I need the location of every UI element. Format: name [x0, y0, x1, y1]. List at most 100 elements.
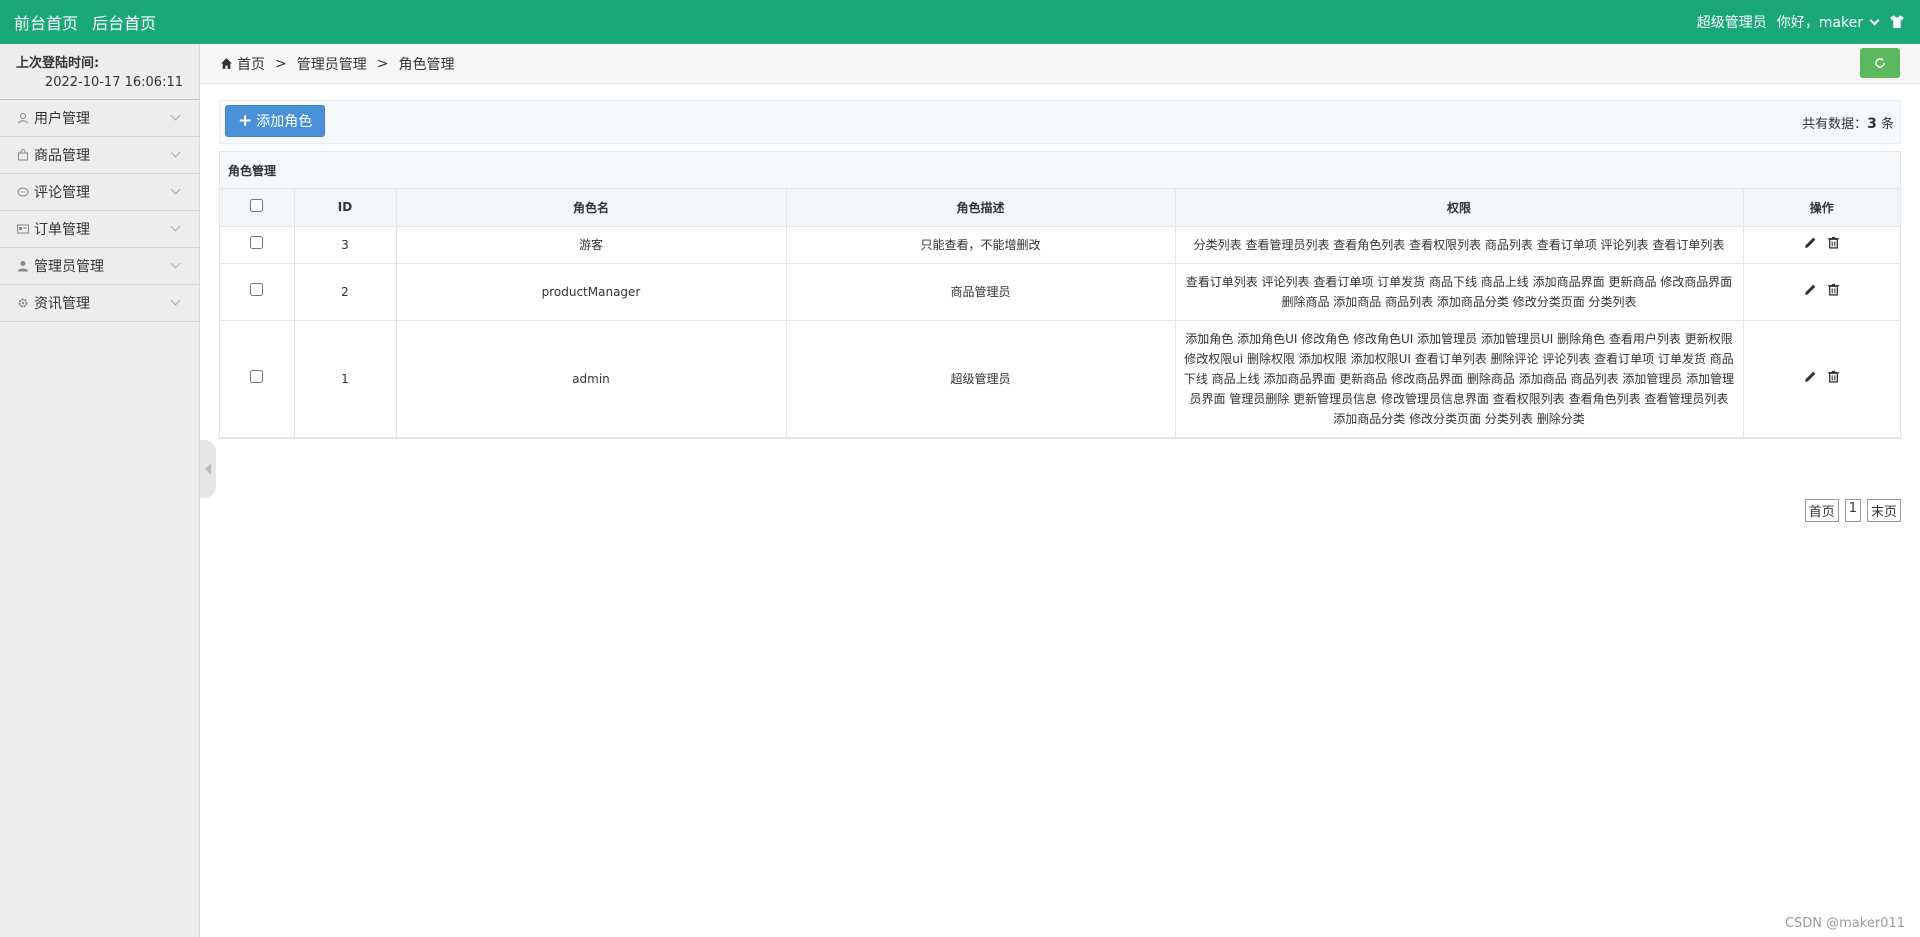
chevron-down-icon: [170, 295, 181, 306]
row-checkbox[interactable]: [250, 235, 264, 249]
table-row: 3 游客 只能查看，不能增删改 分类列表 查看管理员列表 查看角色列表 查看权限…: [220, 226, 1900, 264]
admin-icon: [16, 259, 30, 273]
cell-desc: 商品管理员: [786, 263, 1176, 321]
col-header-perm: 权限: [1175, 189, 1744, 227]
comment-icon: [16, 185, 30, 199]
cell-perm: 添加角色 添加角色UI 修改角色 修改角色UI 添加管理员 添加管理员UI 删除…: [1175, 320, 1744, 438]
order-icon: [16, 222, 30, 236]
row-checkbox[interactable]: [250, 282, 264, 296]
main-content: 首页 > 管理员管理 > 角色管理 + 添加角色 共有数据：3 条 角色管理 I…: [200, 44, 1920, 937]
record-count: 共有数据：3 条: [1802, 113, 1894, 132]
chevron-down-icon: [170, 184, 181, 195]
cell-op: [1743, 226, 1900, 264]
sidebar: 上次登陆时间: 2022-10-17 16:06:11 用户管理 商品管理 评论…: [0, 44, 200, 937]
chevron-down-icon: [170, 258, 181, 269]
count-suffix: 条: [1880, 117, 1894, 132]
sidebar-item-label: 资讯管理: [34, 296, 90, 312]
trash-icon[interactable]: [1827, 283, 1840, 296]
trash-icon[interactable]: [1827, 236, 1840, 249]
row-select-cell: [220, 320, 295, 438]
user-menu[interactable]: 你好，maker: [1776, 12, 1880, 32]
sidebar-item-orders[interactable]: 订单管理: [0, 211, 199, 248]
chevron-down-icon: [170, 110, 181, 121]
breadcrumb-home[interactable]: 首页: [237, 54, 265, 74]
cell-name: productManager: [396, 263, 787, 321]
select-all-checkbox[interactable]: [250, 199, 264, 213]
user-greeting: 你好，maker: [1776, 15, 1863, 31]
chevron-down-icon: [170, 221, 181, 232]
col-header-op: 操作: [1743, 189, 1900, 227]
breadcrumb-level2: 角色管理: [398, 56, 455, 73]
toolbar: + 添加角色 共有数据：3 条: [219, 100, 1901, 144]
last-login-value: 2022-10-17 16:06:11: [44, 75, 183, 90]
back-home-link[interactable]: 后台首页: [92, 14, 156, 33]
sidebar-item-label: 用户管理: [34, 111, 90, 127]
table-row: 1 admin 超级管理员 添加角色 添加角色UI 修改角色 修改角色UI 添加…: [220, 320, 1900, 438]
cell-id: 1: [294, 320, 397, 438]
refresh-button[interactable]: [1860, 48, 1900, 78]
sidebar-item-admins[interactable]: 管理员管理: [0, 248, 199, 285]
cell-perm: 分类列表 查看管理员列表 查看角色列表 查看权限列表 商品列表 查看订单项 评论…: [1175, 226, 1744, 264]
chevron-down-icon: [170, 147, 181, 158]
count-prefix: 共有数据：: [1802, 117, 1868, 132]
add-role-label: 添加角色: [256, 114, 313, 130]
user-icon: [16, 111, 30, 125]
sidebar-item-news[interactable]: 资讯管理: [0, 285, 199, 322]
cell-op: [1743, 320, 1900, 438]
breadcrumb-separator: >: [275, 55, 287, 72]
col-header-id: ID: [294, 189, 397, 227]
row-select-cell: [220, 226, 295, 264]
front-home-link[interactable]: 前台首页: [14, 14, 78, 33]
panel-title: 角色管理: [220, 152, 1900, 189]
cell-desc: 超级管理员: [786, 320, 1176, 438]
cell-name: admin: [396, 320, 787, 438]
row-checkbox[interactable]: [250, 369, 264, 383]
cell-op: [1743, 263, 1900, 321]
sidebar-item-comments[interactable]: 评论管理: [0, 174, 199, 211]
last-login-label: 上次登陆时间:: [16, 56, 100, 71]
bag-icon: [16, 148, 30, 162]
sidebar-item-users[interactable]: 用户管理: [0, 100, 199, 137]
breadcrumb: 首页 > 管理员管理 > 角色管理: [200, 44, 1920, 84]
page-last-button[interactable]: 末页: [1866, 499, 1901, 522]
role-table-panel: 角色管理 ID 角色名 角色描述 权限 操作 3 游客 只能查看，不能增删改 分…: [219, 151, 1901, 439]
cell-perm: 查看订单列表 评论列表 查看订单项 订单发货 商品下线 商品上线 添加商品界面 …: [1175, 263, 1744, 321]
refresh-icon: [1875, 57, 1885, 68]
edit-icon[interactable]: [1804, 370, 1817, 383]
sidebar-item-label: 评论管理: [34, 185, 90, 201]
breadcrumb-separator: >: [376, 55, 389, 72]
cell-desc: 只能查看，不能增删改: [786, 226, 1176, 264]
pagination: 首页 1 末页: [1804, 499, 1901, 522]
watermark: CSDN @maker011: [1784, 916, 1905, 931]
home-icon: [221, 58, 232, 69]
sidebar-item-label: 商品管理: [34, 148, 90, 164]
add-role-button[interactable]: + 添加角色: [225, 105, 326, 137]
last-login-box: 上次登陆时间: 2022-10-17 16:06:11: [0, 44, 199, 100]
sidebar-item-label: 订单管理: [34, 222, 90, 238]
page-first-button[interactable]: 首页: [1804, 499, 1839, 522]
count-value: 3: [1867, 116, 1877, 132]
plus-icon: +: [238, 111, 253, 131]
sidebar-item-products[interactable]: 商品管理: [0, 137, 199, 174]
edit-icon[interactable]: [1804, 283, 1817, 296]
cell-name: 游客: [396, 226, 787, 264]
user-area: 超级管理员 你好，maker: [1697, 12, 1906, 32]
table-header-row: ID 角色名 角色描述 权限 操作: [220, 189, 1900, 227]
page-number-button[interactable]: 1: [1844, 499, 1861, 522]
top-bar: 前台首页 后台首页 超级管理员 你好，maker: [0, 0, 1920, 44]
edit-icon[interactable]: [1804, 236, 1817, 249]
gear-icon: [16, 296, 30, 310]
col-header-name: 角色名: [396, 189, 787, 227]
chevron-down-icon: [1869, 15, 1880, 25]
row-select-cell: [220, 263, 295, 321]
cell-id: 2: [294, 263, 397, 321]
trash-icon[interactable]: [1827, 370, 1840, 383]
select-all-cell: [220, 189, 295, 227]
user-role: 超级管理员: [1696, 15, 1767, 31]
top-nav: 前台首页 后台首页: [14, 10, 166, 34]
shirt-icon[interactable]: [1888, 13, 1906, 31]
table-row: 2 productManager 商品管理员 查看订单列表 评论列表 查看订单项…: [220, 263, 1900, 321]
breadcrumb-level1[interactable]: 管理员管理: [297, 54, 367, 74]
col-header-desc: 角色描述: [786, 189, 1176, 227]
role-table: ID 角色名 角色描述 权限 操作 3 游客 只能查看，不能增删改 分类列表 查…: [220, 189, 1900, 438]
